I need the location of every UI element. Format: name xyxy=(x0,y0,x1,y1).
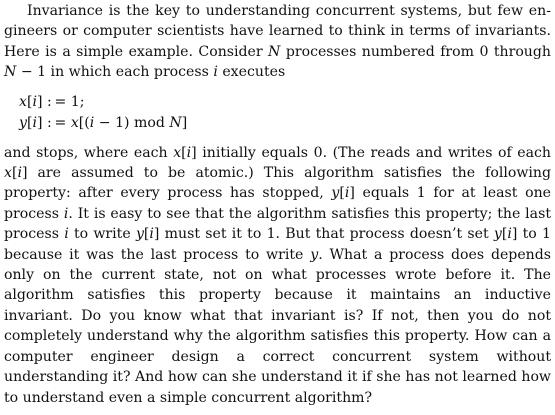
math-variable: N xyxy=(169,114,182,131)
math-variable: i xyxy=(507,226,512,243)
math-variable: y xyxy=(331,185,340,202)
math-variable: N xyxy=(268,43,281,60)
math-variable: x xyxy=(4,165,12,182)
math-variable: i xyxy=(17,165,22,182)
equation-assign-y: y[i] : = x[(i − 1) mod N] xyxy=(19,114,188,131)
equation-assign-x: x[i] : = 1; xyxy=(19,93,85,110)
math-variable: y xyxy=(135,226,144,243)
math-variable: i xyxy=(89,114,95,131)
math-variable: i xyxy=(64,226,69,243)
math-variable: x xyxy=(70,114,79,131)
math-variable: i xyxy=(32,114,37,131)
paragraph-intro: Invariance is the key to understanding c… xyxy=(4,3,551,81)
math-variable: i xyxy=(344,185,350,202)
math-variable: i xyxy=(149,226,154,243)
paragraph-explanation: and stops, where each x[i] initially equ… xyxy=(4,144,552,406)
math-variable: N xyxy=(4,64,17,81)
math-variable: x xyxy=(173,144,182,161)
math-variable: i xyxy=(186,144,192,161)
math-variable: y xyxy=(19,114,27,131)
document-page: Invariance is the key to understanding c… xyxy=(0,0,555,415)
math-variable: i xyxy=(63,205,69,222)
equation-block: x[i] : = 1; y[i] : = x[(i − 1) mod N] xyxy=(19,92,551,134)
math-variable: x xyxy=(19,93,27,110)
math-variable: y xyxy=(493,226,502,243)
math-variable: i xyxy=(213,64,218,81)
math-variable: y xyxy=(310,246,319,263)
math-variable: i xyxy=(32,93,37,110)
